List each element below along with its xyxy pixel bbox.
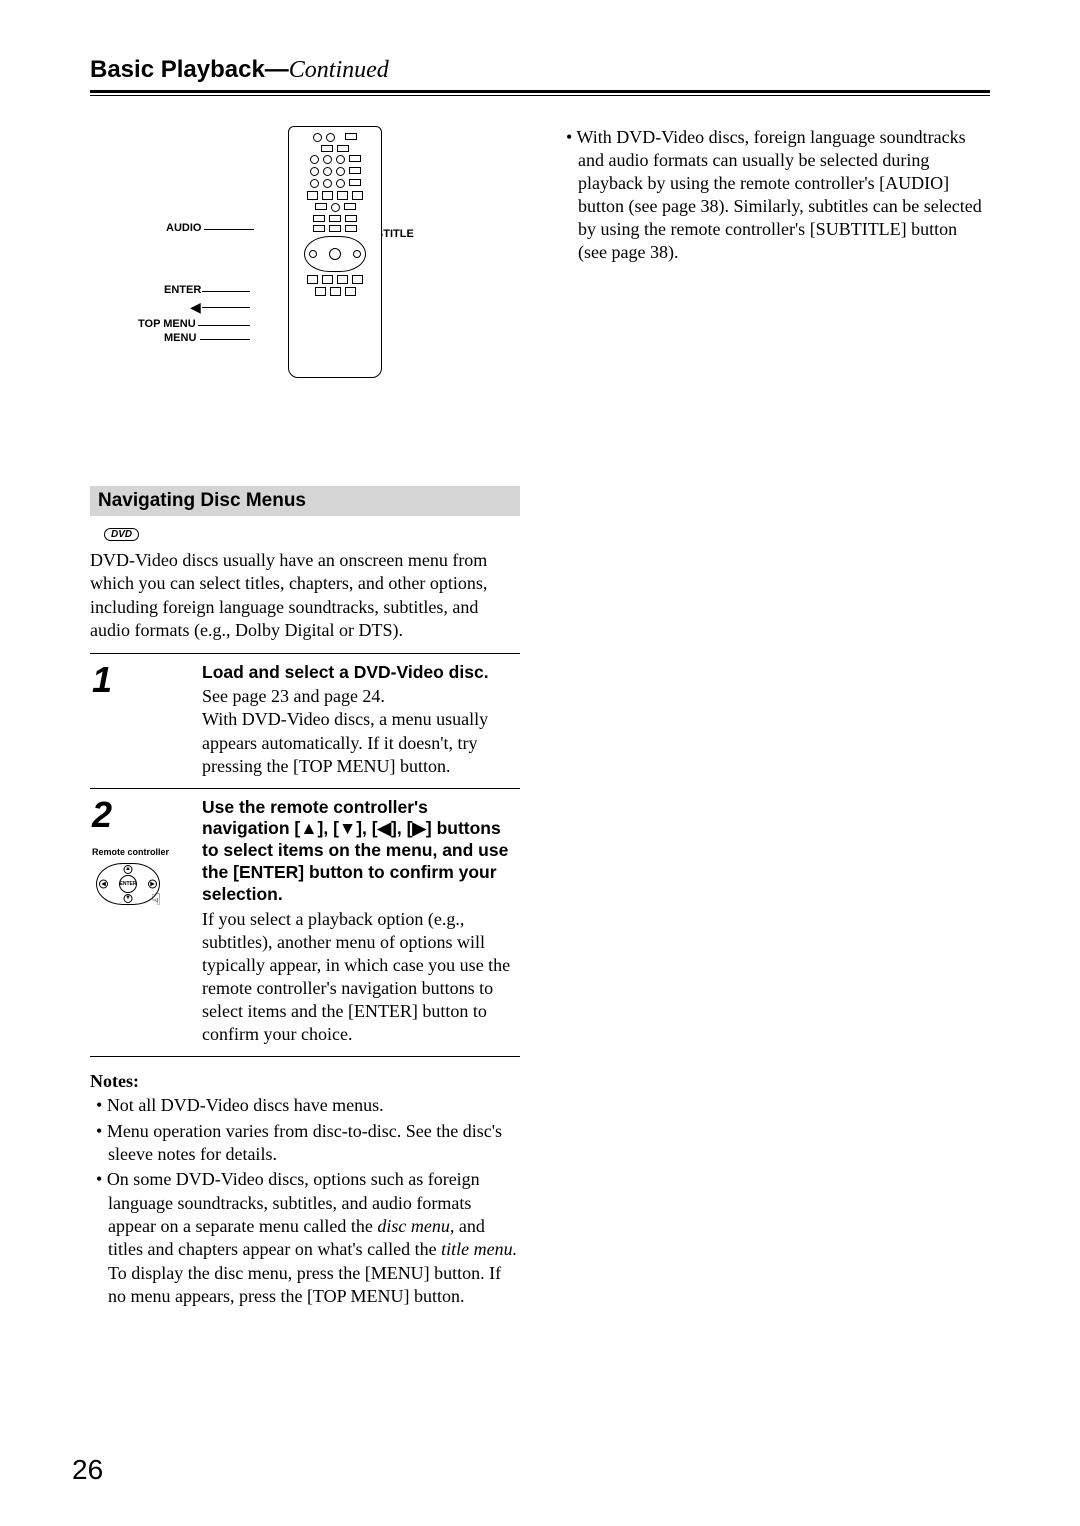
- note-item: Not all DVD-Video discs have menus.: [108, 1094, 520, 1117]
- title-continued: Continued: [289, 57, 389, 83]
- mini-nav-pad-icon: ▲ ◀ ▶ ▼ ENTER ☟: [96, 863, 160, 905]
- step-2: 2 Remote controller ▲ ◀ ▶ ▼ ENTER ☟ Use …: [90, 788, 520, 1058]
- notes-list: Not all DVD-Video discs have menus. Menu…: [90, 1094, 520, 1309]
- remote-outline: [288, 126, 382, 378]
- side-note: • With DVD-Video discs, foreign language…: [560, 126, 990, 264]
- note-item: Menu operation varies from disc-to-disc.…: [108, 1120, 520, 1167]
- leader-line: [202, 307, 250, 308]
- step-number-cell: 1: [90, 662, 202, 778]
- note-text: Not all DVD-Video discs have menus.: [107, 1095, 384, 1115]
- note-text: Menu operation varies from disc-to-disc.…: [107, 1121, 502, 1164]
- page-title: Basic Playback—Continued: [90, 56, 990, 88]
- title-main: Basic Playback: [90, 56, 265, 83]
- section-heading: Navigating Disc Menus: [90, 486, 520, 516]
- left-arrow-icon: ◀: [190, 299, 201, 316]
- note-text: On some DVD-Video discs, options such as…: [107, 1169, 517, 1306]
- right-column: • With DVD-Video discs, foreign language…: [560, 126, 990, 1311]
- step-head: Load and select a DVD-Video disc.: [202, 662, 520, 684]
- title-sep: —: [265, 56, 289, 83]
- note-item: On some DVD-Video discs, options such as…: [108, 1168, 520, 1308]
- leader-line: [198, 325, 250, 326]
- remote-controller-label: Remote controller: [92, 847, 202, 857]
- page-number: 26: [72, 1454, 103, 1486]
- label-top-menu: TOP MENU: [138, 318, 196, 330]
- leader-line: [204, 229, 254, 230]
- step-1: 1 Load and select a DVD-Video disc. See …: [90, 653, 520, 788]
- step-head: Use the remote controller's navigation […: [202, 797, 520, 906]
- step-text: See page 23 and page 24. With DVD-Video …: [202, 685, 520, 777]
- step-body: Load and select a DVD-Video disc. See pa…: [202, 662, 520, 778]
- label-enter: ENTER: [164, 284, 201, 296]
- label-menu: MENU: [164, 332, 196, 344]
- remote-diagram: AUDIO ENTER ◀ TOP MENU MENU SUBTITLE ▲ ▶…: [90, 126, 520, 416]
- leader-line: [202, 291, 250, 292]
- manual-page: Basic Playback—Continued AUDIO ENTER ◀ T…: [0, 0, 1080, 1526]
- notes-heading: Notes:: [90, 1071, 520, 1092]
- header-rule: [90, 90, 990, 96]
- leader-line: [200, 339, 250, 340]
- step-number: 2: [92, 797, 202, 833]
- two-column-layout: AUDIO ENTER ◀ TOP MENU MENU SUBTITLE ▲ ▶…: [90, 126, 990, 1311]
- label-audio: AUDIO: [166, 222, 201, 234]
- dvd-badge: DVD: [104, 528, 139, 541]
- intro-paragraph: DVD-Video discs usually have an onscreen…: [90, 549, 520, 643]
- step-text: If you select a playback option (e.g., s…: [202, 908, 520, 1046]
- left-column: AUDIO ENTER ◀ TOP MENU MENU SUBTITLE ▲ ▶…: [90, 126, 520, 1311]
- nav-pad: [304, 236, 366, 272]
- step-number: 1: [92, 662, 202, 698]
- side-note-text: With DVD-Video discs, foreign language s…: [577, 127, 982, 262]
- hand-pointer-icon: ☟: [151, 890, 161, 910]
- step-number-cell: 2 Remote controller ▲ ◀ ▶ ▼ ENTER ☟: [90, 797, 202, 1047]
- bullet: •: [566, 127, 572, 147]
- step-body: Use the remote controller's navigation […: [202, 797, 520, 1047]
